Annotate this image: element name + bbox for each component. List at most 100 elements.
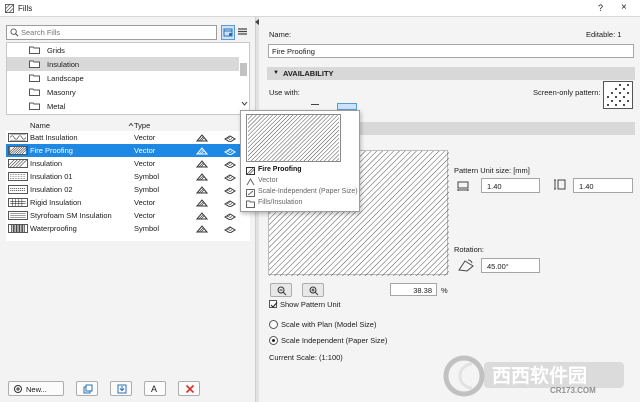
show-pattern-unit-label: Show Pattern Unit — [280, 300, 341, 309]
fill-swatch-icon — [8, 224, 28, 233]
height-icon — [554, 179, 566, 190]
screen-only-label: Screen-only pattern: — [533, 88, 601, 97]
fill-swatch-icon — [8, 185, 28, 194]
fill-type: Vector — [134, 211, 156, 220]
list-item[interactable]: Insulation Vector — [6, 157, 250, 170]
zoom-in-button[interactable] — [302, 283, 324, 297]
duplicate-icon — [83, 384, 93, 394]
tooltip-preview-icon — [246, 114, 341, 162]
search-input[interactable] — [21, 27, 211, 38]
tree-scrollbar-thumb[interactable] — [240, 63, 247, 76]
chevron-down-icon[interactable] — [241, 101, 248, 106]
search-box[interactable] — [6, 25, 217, 40]
cut-fill-icon — [196, 147, 208, 155]
unit-height-value: 1.40 — [579, 182, 594, 191]
unit-width-field[interactable]: 1.40 — [481, 178, 540, 193]
vector-icon — [246, 178, 255, 186]
surface-fill-icon — [224, 148, 236, 155]
availability-title: AVAILABILITY — [283, 69, 334, 78]
tree-item-label: Grids — [47, 46, 65, 55]
show-pattern-unit-checkbox[interactable] — [269, 300, 278, 308]
list-item[interactable]: Rigid Insulation Vector — [6, 196, 250, 209]
availability-section-header[interactable]: ▼ AVAILABILITY — [267, 67, 635, 80]
surface-fill-icon — [224, 187, 236, 194]
fill-name: Fire Proofing — [30, 146, 73, 155]
list-item[interactable]: Insulation 02 Symbol — [6, 183, 250, 196]
tree-item-grids[interactable]: Grids — [7, 43, 239, 57]
pattern-section-header[interactable] — [360, 122, 635, 135]
zoom-out-icon — [277, 286, 287, 296]
rotation-value: 45.00° — [487, 262, 509, 271]
watermark-text: 西西软件园 — [492, 365, 588, 387]
checkmark-icon — [270, 302, 278, 308]
zoom-unit: % — [441, 286, 448, 295]
fill-name: Batt Insulation — [30, 133, 78, 142]
tree-item-metal[interactable]: Metal — [7, 99, 239, 113]
list-item[interactable]: Batt Insulation Vector — [6, 131, 250, 144]
fill-name: Insulation 02 — [30, 185, 73, 194]
surface-fill-icon — [224, 135, 236, 142]
use-with-toggle[interactable] — [311, 104, 319, 109]
tree-item-label: Metal — [47, 102, 66, 111]
cut-fill-icon — [196, 134, 208, 142]
editable-count: Editable: 1 — [586, 30, 622, 39]
unit-height-field[interactable]: 1.40 — [573, 178, 633, 193]
delete-button[interactable] — [178, 381, 200, 396]
name-field[interactable]: Fire Proofing — [268, 44, 634, 58]
tree-item-insulation[interactable]: Insulation — [7, 57, 239, 71]
tree-item-label: Landscape — [47, 74, 84, 83]
fill-name: Waterproofing — [30, 224, 77, 233]
scale-icon — [246, 189, 255, 197]
new-button[interactable]: New... — [8, 381, 64, 396]
list-item[interactable]: Fire Proofing Vector — [6, 144, 250, 157]
zoom-value: 38.38 — [413, 286, 432, 295]
list-view-icon — [238, 28, 247, 35]
duplicate-button[interactable] — [76, 381, 98, 396]
folder-tree: Grids Insulation Landscape Masonry Metal — [6, 42, 250, 115]
folder-icon — [29, 102, 40, 110]
folder-icon — [246, 200, 255, 208]
tree-item-landscape[interactable]: Landscape — [7, 71, 239, 85]
cut-fill-icon — [196, 186, 208, 194]
tree-item-masonry[interactable]: Masonry — [7, 85, 239, 99]
import-button[interactable] — [110, 381, 132, 396]
fill-swatch-icon — [8, 133, 28, 142]
help-button[interactable]: ? — [598, 3, 603, 13]
fill-type-icon — [246, 167, 255, 175]
zoom-field[interactable]: 38.38 — [390, 283, 437, 296]
folder-icon — [29, 74, 40, 82]
screen-only-pattern-icon[interactable] — [603, 81, 633, 109]
rotation-field[interactable]: 45.00° — [481, 258, 540, 273]
fill-swatch-icon — [8, 159, 28, 168]
rename-button[interactable]: A — [144, 381, 166, 396]
use-with-toggle[interactable] — [337, 103, 357, 110]
column-name-header[interactable]: Name — [30, 121, 50, 130]
zoom-in-icon — [309, 286, 319, 296]
list-header: Name Type — [6, 119, 250, 131]
list-view-button[interactable] — [236, 25, 250, 40]
fill-type: Vector — [134, 159, 156, 168]
list-item[interactable]: Insulation 01 Symbol — [6, 170, 250, 183]
scale-independent-radio[interactable] — [269, 336, 278, 345]
add-icon — [14, 385, 22, 393]
surface-fill-icon — [224, 174, 236, 181]
window-title: Fills — [18, 4, 33, 13]
fill-swatch-icon — [8, 172, 28, 181]
surface-fill-icon — [224, 226, 236, 233]
new-button-label: New... — [26, 385, 47, 394]
text-icon: A — [151, 384, 158, 394]
use-with-label: Use with: — [269, 88, 300, 97]
name-label: Name: — [269, 30, 292, 39]
fills-list: Batt Insulation Vector Fire Proofing Vec… — [6, 131, 250, 241]
list-item[interactable]: Styrofoam SM Insulation Vector — [6, 209, 250, 222]
list-item[interactable]: Waterproofing Symbol — [6, 222, 250, 235]
scale-with-plan-radio[interactable] — [269, 320, 278, 329]
fill-name: Insulation — [30, 159, 63, 168]
folder-view-button[interactable] — [221, 25, 235, 40]
zoom-out-button[interactable] — [270, 283, 292, 297]
close-button[interactable]: × — [621, 2, 627, 13]
column-type-header[interactable]: Type — [134, 121, 150, 130]
unit-width-value: 1.40 — [487, 182, 502, 191]
folder-icon — [29, 60, 40, 68]
folder-icon — [29, 88, 40, 96]
